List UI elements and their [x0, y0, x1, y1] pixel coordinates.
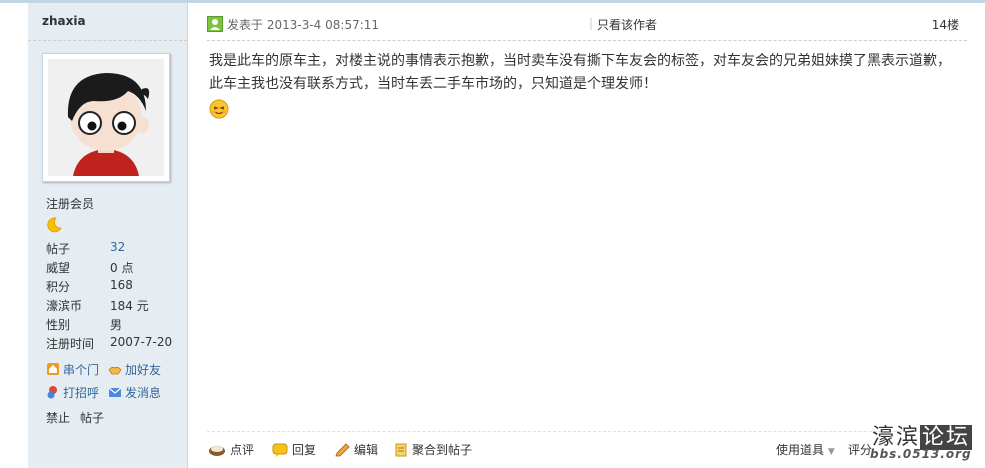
- post-header: 发表于 2013-3-4 08:57:11 | 只看该作者 14楼: [207, 14, 967, 34]
- message-label: 发消息: [125, 386, 162, 400]
- stat-points: 积分 168: [46, 278, 186, 294]
- reply-button[interactable]: 回复: [272, 441, 316, 459]
- ban-link[interactable]: 禁止: [46, 411, 70, 425]
- moon-icon: [46, 217, 62, 236]
- sidebar-divider: [28, 40, 187, 41]
- avatar[interactable]: [42, 53, 170, 182]
- stat-label: 注册时间: [46, 337, 95, 351]
- forum-watermark-logo: 濠滨论坛 bbs.0513.org: [866, 417, 980, 465]
- author-username[interactable]: zhaxia: [42, 14, 86, 28]
- greet-link[interactable]: 打招呼: [46, 384, 99, 400]
- envelope-icon: [108, 385, 122, 399]
- greet-label: 打招呼: [63, 386, 100, 400]
- stat-label: 帖子: [46, 242, 71, 256]
- author-sidebar: zhaxia 注册会员 帖子 32 威望 0 点 积分 168 濠滨币 184 …: [28, 3, 188, 468]
- use-tool-label: 使用道具: [776, 443, 825, 457]
- stat-value: 0 点: [110, 261, 134, 275]
- add-friend-link[interactable]: 加好友: [108, 361, 161, 377]
- footer-divider: [207, 431, 967, 432]
- home-icon: [46, 362, 60, 376]
- add-friend-label: 加好友: [125, 363, 162, 377]
- online-status-icon: [207, 16, 223, 35]
- reply-icon: [272, 443, 288, 460]
- stat-register-date: 注册时间 2007-7-20: [46, 335, 186, 351]
- chevron-down-icon: ▼: [827, 447, 835, 457]
- message-link[interactable]: 发消息: [108, 384, 161, 400]
- ban-posts-link[interactable]: 帖子: [80, 411, 104, 425]
- comment-label: 点评: [230, 443, 255, 457]
- post-content: 我是此车的原车主，对楼主说的事情表示抱歉，当时卖车没有撕下车友会的标签，对车友会…: [209, 53, 951, 92]
- header-separator: |: [589, 16, 594, 30]
- stat-gender: 性别 男: [46, 316, 186, 332]
- edit-button[interactable]: 编辑: [334, 441, 378, 459]
- use-tool-menu[interactable]: 使用道具 ▼: [776, 441, 835, 459]
- visit-link[interactable]: 串个门: [46, 361, 99, 377]
- stat-label: 性别: [46, 318, 71, 332]
- floor-number[interactable]: 14楼: [932, 16, 959, 33]
- watermark-url: bbs.0513.org: [870, 447, 972, 461]
- stat-label: 濠滨币: [46, 299, 83, 313]
- aggregate-label: 聚合到帖子: [412, 443, 473, 457]
- visit-label: 串个门: [63, 363, 100, 377]
- document-icon: [394, 443, 408, 460]
- stat-posts: 帖子 32: [46, 240, 186, 256]
- reply-label: 回复: [292, 443, 317, 457]
- avatar-image: [48, 59, 164, 176]
- stat-value: 2007-7-20: [110, 335, 173, 349]
- post-time: 发表于 2013-3-4 08:57:11: [227, 16, 379, 33]
- comment-icon: [208, 443, 226, 460]
- stat-label: 积分: [46, 280, 71, 294]
- author-only-link[interactable]: 只看该作者: [597, 16, 657, 33]
- posted-time: 2013-3-4 08:57:11: [266, 18, 380, 32]
- user-group: 注册会员: [46, 197, 95, 211]
- ban-controls: 禁止 帖子: [46, 409, 114, 426]
- stat-value: 184 元: [110, 299, 149, 313]
- posted-prefix: 发表于: [227, 18, 264, 32]
- smiley-icon: [209, 99, 229, 122]
- handshake-icon: [108, 362, 122, 376]
- comment-button[interactable]: 点评: [208, 441, 254, 459]
- pencil-icon: [334, 443, 350, 460]
- stat-value: 男: [110, 318, 123, 332]
- stat-coins: 濠滨币 184 元: [46, 297, 186, 313]
- greet-icon: [46, 385, 60, 399]
- header-divider: [207, 40, 967, 41]
- edit-label: 编辑: [354, 443, 379, 457]
- stat-label: 威望: [46, 261, 71, 275]
- aggregate-button[interactable]: 聚合到帖子: [394, 441, 472, 459]
- stat-value: 168: [110, 278, 133, 292]
- stat-value[interactable]: 32: [110, 240, 125, 254]
- stat-prestige: 威望 0 点: [46, 259, 186, 275]
